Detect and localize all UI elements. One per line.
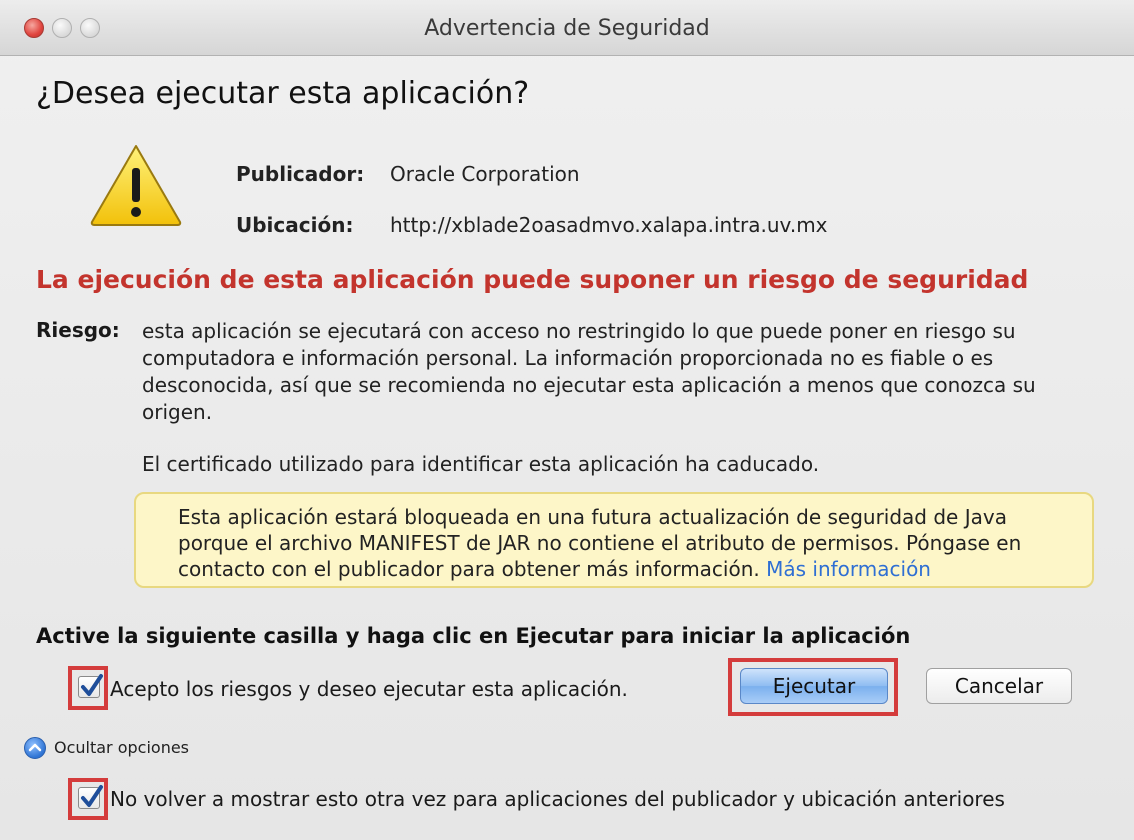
risk-title: La ejecución de esta aplicación puede su… (36, 265, 1029, 294)
chevron-up-icon[interactable] (24, 737, 46, 759)
warning-triangle-icon (90, 145, 182, 226)
run-instruction: Active la siguiente casilla y haga clic … (36, 624, 911, 648)
window-title: Advertencia de Seguridad (424, 16, 710, 41)
hide-options-toggle[interactable]: Ocultar opciones (54, 738, 189, 757)
location-value: http://xblade2oasadmvo.xalapa.intra.uv.m… (390, 213, 828, 237)
notice-text-block: Esta aplicación estará bloqueada en una … (178, 504, 1058, 582)
risk-description: esta aplicación se ejecutará con acceso … (142, 319, 1036, 424)
accept-risks-checkbox[interactable] (78, 674, 103, 698)
java-update-notice: Esta aplicación estará bloqueada en una … (134, 492, 1094, 588)
location-label: Ubicación: (236, 213, 354, 237)
dont-show-again-checkbox[interactable] (78, 785, 103, 809)
checkmark-icon (81, 674, 103, 696)
dont-show-again-label[interactable]: No volver a mostrar esto otra vez para a… (110, 787, 1005, 811)
publisher-value: Oracle Corporation (390, 162, 580, 186)
risk-label: Riesgo: (36, 318, 120, 342)
dialog-heading: ¿Desea ejecutar esta aplicación? (36, 76, 530, 111)
checkmark-icon (81, 785, 103, 807)
accept-risks-label[interactable]: Acepto los riesgos y deseo ejecutar esta… (110, 677, 628, 701)
security-warning-dialog: Advertencia de Seguridad ¿Desea ejecutar… (0, 0, 1134, 840)
cancel-button[interactable]: Cancelar (926, 668, 1072, 704)
certificate-expired-text: El certificado utilizado para identifica… (142, 452, 820, 476)
publisher-label: Publicador: (236, 162, 365, 186)
title-bar[interactable]: Advertencia de Seguridad (0, 0, 1134, 56)
more-information-link[interactable]: Más información (766, 557, 931, 581)
run-button[interactable]: Ejecutar (740, 668, 888, 704)
